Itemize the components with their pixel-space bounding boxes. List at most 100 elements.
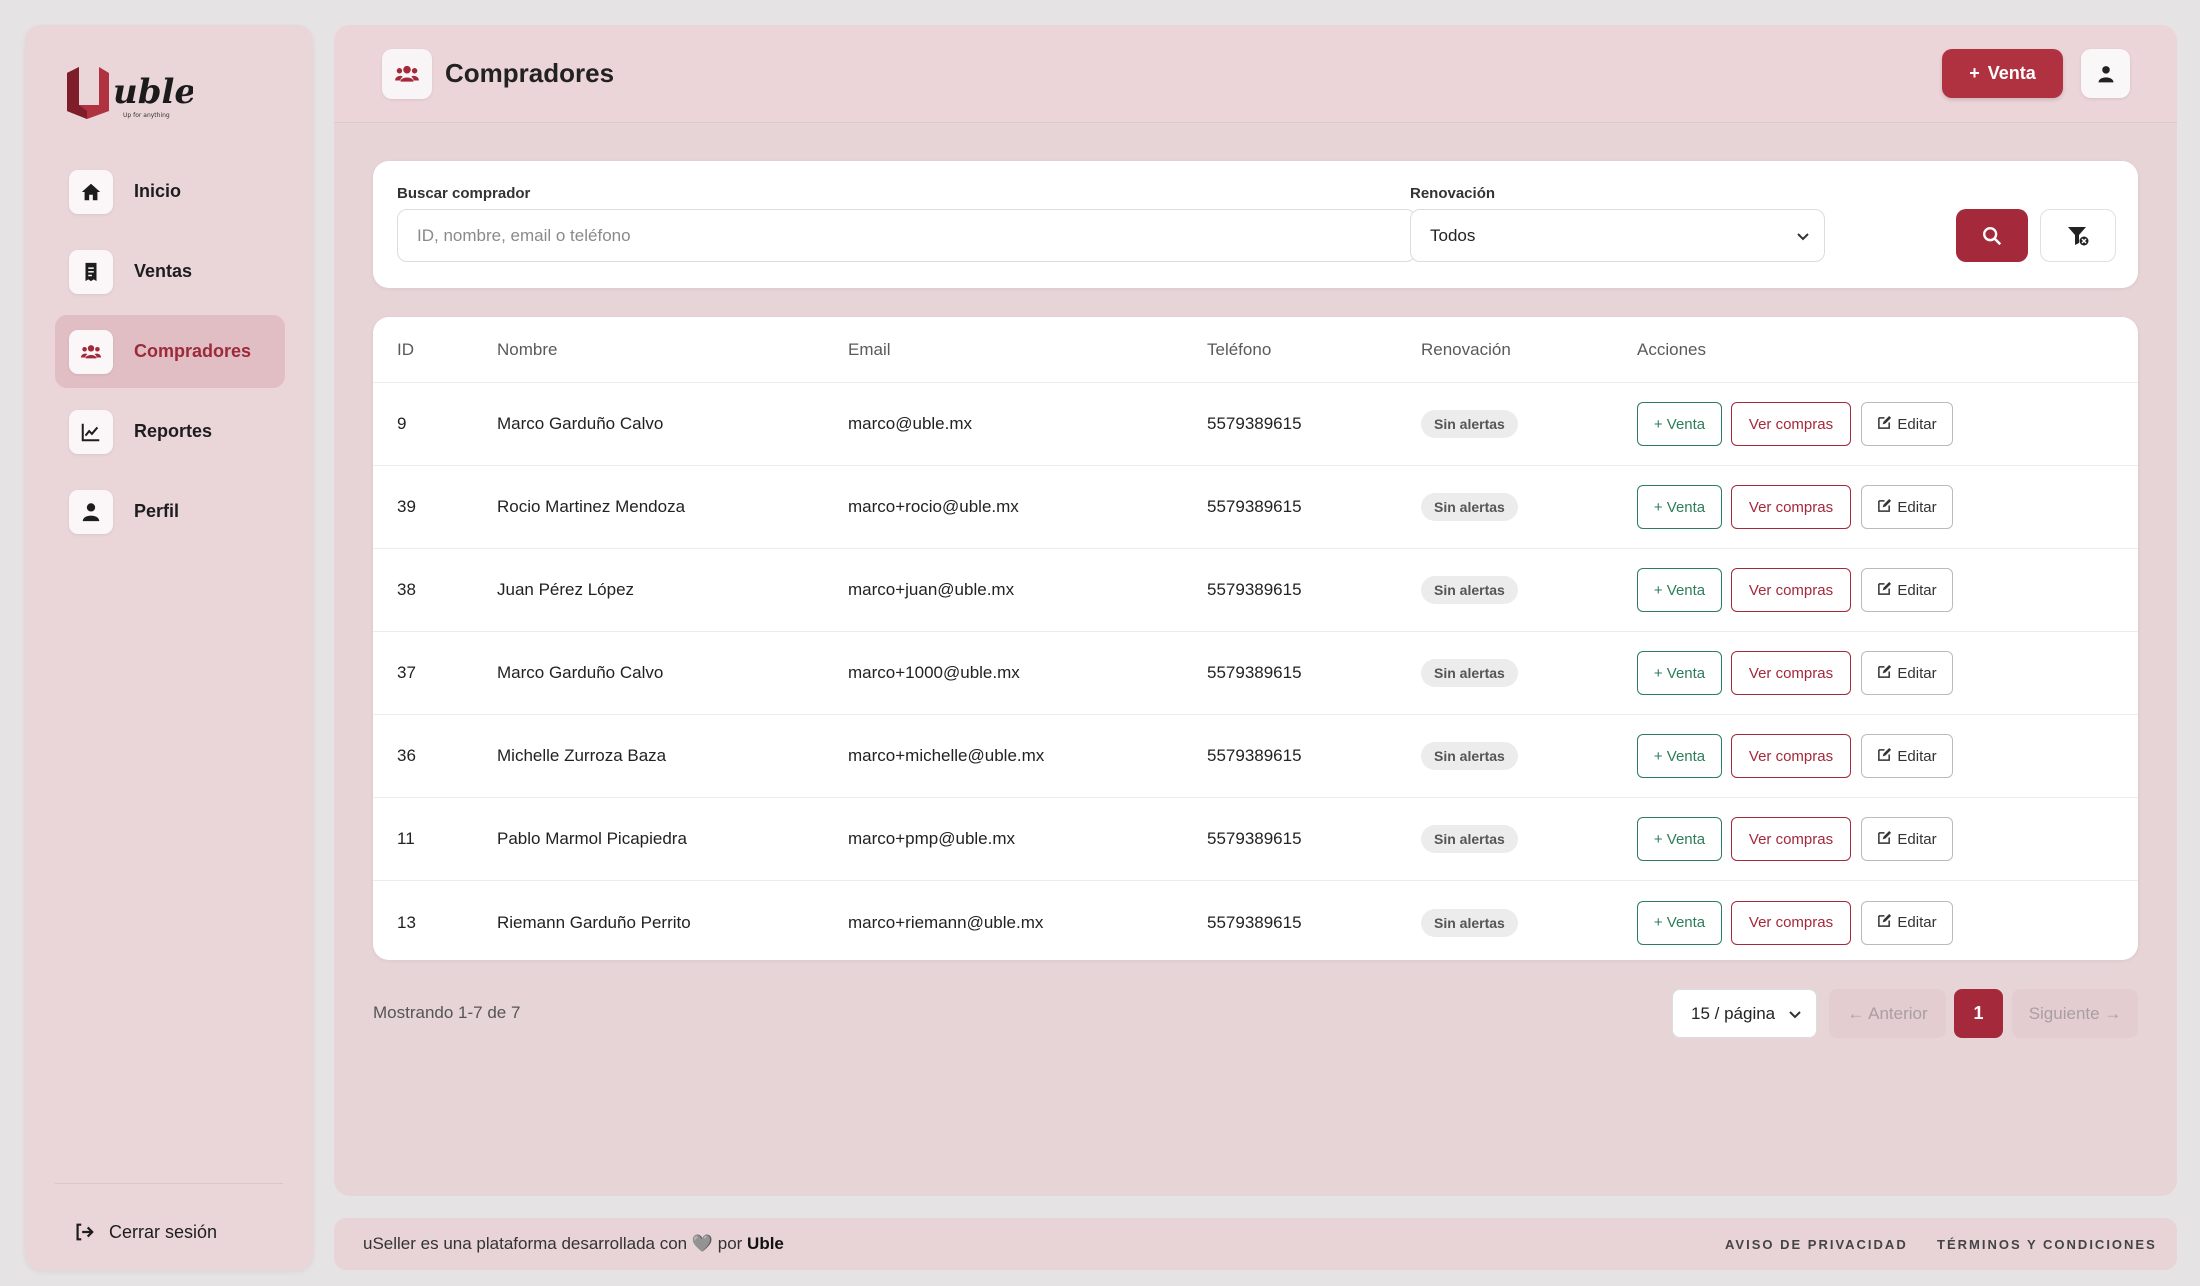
edit-icon <box>1877 581 1892 600</box>
new-sale-label: Venta <box>1987 63 2036 83</box>
receipt-icon <box>69 249 113 294</box>
table-row: 9 Marco Garduño Calvo marco@uble.mx 5579389… <box>373 383 2138 466</box>
filter-clear-icon <box>2068 226 2089 245</box>
search-label: Buscar comprador <box>397 185 531 202</box>
cell-email: marco+1000@uble.mx <box>848 663 1020 682</box>
edit-label: Editar <box>1897 581 1937 599</box>
new-sale-row-button[interactable]: + Venta <box>1637 402 1722 446</box>
cell-name: Pablo Marmol Picapiedra <box>497 829 687 848</box>
search-button[interactable] <box>1956 209 2028 262</box>
sidebar-item-label: Ventas <box>134 261 193 281</box>
sidebar-nav: Inicio Ventas Compradores Reportes Perfi… <box>55 155 285 555</box>
new-sale-row-button[interactable]: + Venta <box>1637 485 1722 529</box>
view-purchases-button[interactable]: Ver compras <box>1731 402 1851 446</box>
edit-button[interactable]: Editar <box>1861 485 1953 529</box>
view-purchases-button[interactable]: Ver compras <box>1731 651 1851 695</box>
cell-phone: 5579389615 <box>1207 497 1302 516</box>
view-purchases-button[interactable]: Ver compras <box>1731 817 1851 861</box>
clear-filters-button[interactable] <box>2040 209 2116 262</box>
edit-label: Editar <box>1897 415 1937 433</box>
edit-button[interactable]: Editar <box>1861 568 1953 612</box>
chart-line-icon <box>69 409 113 454</box>
new-sale-row-button[interactable]: + Venta <box>1637 900 1722 945</box>
renewal-select-value: Todos <box>1430 225 1476 245</box>
page-title: Compradores <box>445 58 615 88</box>
cell-id: 39 <box>397 497 416 516</box>
renewal-select[interactable]: Todos <box>1410 209 1825 262</box>
footer-credits: uSeller es una plataforma desarrollada c… <box>363 1234 784 1254</box>
sidebar-item-ventas[interactable]: Ventas <box>55 235 285 308</box>
footer-brand: Uble <box>747 1234 784 1253</box>
table-header: ID Nombre Email Teléfono Renovación Acci… <box>373 317 2138 383</box>
renewal-label: Renovación <box>1410 185 1496 202</box>
user-icon <box>2098 65 2113 82</box>
edit-button[interactable]: Editar <box>1861 651 1953 695</box>
new-sale-row-button[interactable]: + Venta <box>1637 734 1722 778</box>
edit-button[interactable]: Editar <box>1861 900 1953 945</box>
new-sale-row-button[interactable]: + Venta <box>1637 817 1722 861</box>
home-icon <box>69 169 113 214</box>
table-row: 37 Marco Garduño Calvo marco+1000@uble.mx 5… <box>373 632 2138 715</box>
edit-icon <box>1877 664 1892 683</box>
sidebar-item-inicio[interactable]: Inicio <box>55 155 285 228</box>
renewal-badge: Sin alertas <box>1421 742 1518 770</box>
per-page-select[interactable]: 15 / página <box>1672 989 1817 1038</box>
privacy-link[interactable]: AVISO DE PRIVACIDAD <box>1725 1237 1908 1252</box>
table-row: 13 Riemann Garduño Perrito marco+riemann@u… <box>373 881 2138 960</box>
edit-icon <box>1877 913 1892 932</box>
edit-button[interactable]: Editar <box>1861 734 1953 778</box>
cell-phone: 5579389615 <box>1207 912 1302 932</box>
view-purchases-button[interactable]: Ver compras <box>1731 485 1851 529</box>
new-sale-row-button[interactable]: + Venta <box>1637 568 1722 612</box>
edit-button[interactable]: Editar <box>1861 817 1953 861</box>
chevron-down-icon <box>1797 232 1809 240</box>
table-row: 38 Juan Pérez López marco+juan@uble.mx 5579… <box>373 549 2138 632</box>
new-sale-button[interactable]: + Venta <box>1942 49 2063 98</box>
uble-logo[interactable]: uble Up for anything <box>63 55 196 125</box>
sidebar-item-label: Inicio <box>134 181 182 201</box>
cell-phone: 5579389615 <box>1207 580 1302 599</box>
view-purchases-button[interactable]: Ver compras <box>1731 900 1851 945</box>
next-page-button[interactable]: Siguiente → <box>2012 989 2138 1038</box>
column-header-phone[interactable]: Teléfono <box>1207 340 1271 360</box>
renewal-badge: Sin alertas <box>1421 576 1518 604</box>
renewal-badge: Sin alertas <box>1421 493 1518 521</box>
sidebar-item-label: Perfil <box>134 501 180 521</box>
user-menu-button[interactable] <box>2081 49 2130 98</box>
search-input[interactable] <box>397 209 1416 262</box>
renewal-badge: Sin alertas <box>1421 410 1518 438</box>
sidebar-item-perfil[interactable]: Perfil <box>55 475 285 548</box>
page-1-button[interactable]: 1 <box>1954 989 2003 1038</box>
svg-text:uble: uble <box>113 72 193 112</box>
column-header-email[interactable]: Email <box>848 340 891 360</box>
sidebar: uble Up for anything Inicio Ventas Compr… <box>25 25 313 1270</box>
sidebar-item-reportes[interactable]: Reportes <box>55 395 285 468</box>
view-purchases-button[interactable]: Ver compras <box>1731 734 1851 778</box>
edit-icon <box>1877 830 1892 849</box>
cell-id: 13 <box>397 912 416 932</box>
edit-button[interactable]: Editar <box>1861 402 1953 446</box>
edit-label: Editar <box>1897 498 1937 516</box>
edit-label: Editar <box>1897 664 1937 682</box>
sidebar-divider <box>55 1183 283 1184</box>
column-header-id[interactable]: ID <box>397 340 414 360</box>
terms-link[interactable]: TÉRMINOS Y CONDICIONES <box>1937 1237 2157 1252</box>
column-header-renewal[interactable]: Renovación <box>1421 340 1511 360</box>
previous-page-button[interactable]: ← Anterior <box>1829 989 1946 1038</box>
edit-label: Editar <box>1897 747 1937 765</box>
cell-name: Rocio Martinez Mendoza <box>497 497 686 516</box>
column-header-name[interactable]: Nombre <box>497 340 557 360</box>
edit-icon <box>1877 747 1892 766</box>
showing-count: Mostrando 1-7 de 7 <box>373 1003 521 1022</box>
new-sale-row-button[interactable]: + Venta <box>1637 651 1722 695</box>
cell-id: 38 <box>397 580 416 599</box>
cell-name: Marco Garduño Calvo <box>497 414 664 433</box>
cell-email: marco@uble.mx <box>848 414 973 433</box>
cell-id: 11 <box>397 829 415 848</box>
table-body: 9 Marco Garduño Calvo marco@uble.mx 5579389… <box>373 383 2138 960</box>
logout-button[interactable]: Cerrar sesión <box>73 1221 217 1243</box>
view-purchases-button[interactable]: Ver compras <box>1731 568 1851 612</box>
sidebar-item-compradores[interactable]: Compradores <box>55 315 285 388</box>
plus-icon: + <box>1969 63 1980 83</box>
cell-email: marco+rocio@uble.mx <box>848 497 1019 516</box>
